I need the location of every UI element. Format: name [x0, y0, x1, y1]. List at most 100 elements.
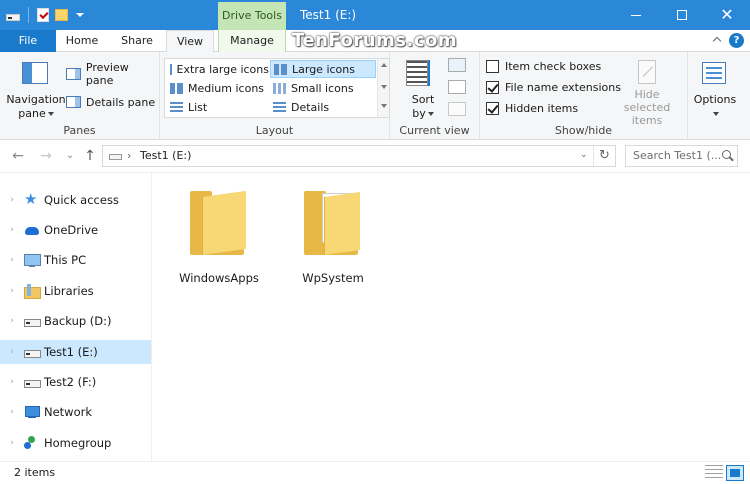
expand-icon[interactable]: › — [0, 347, 24, 357]
address-row: ← → ⌄ ↑ › Test1 (E:) ⌄ ↻ Search Test1 (.… — [0, 140, 750, 173]
expand-icon[interactable]: › — [0, 407, 24, 417]
item-check-boxes-checkbox[interactable] — [486, 59, 499, 73]
search-box[interactable]: Search Test1 (... — [625, 145, 738, 167]
layout-large-icons[interactable]: Large icons — [270, 60, 376, 78]
hidden-items-checkbox[interactable] — [486, 101, 499, 115]
details-view-button[interactable] — [705, 465, 723, 481]
tab-home[interactable]: Home — [56, 30, 108, 52]
close-button[interactable]: ✕ — [704, 0, 750, 30]
preview-pane-label: Preview pane — [85, 61, 129, 87]
layout-details[interactable]: Details — [270, 98, 376, 116]
hide-selected-items-icon — [638, 60, 656, 84]
recent-locations-button[interactable]: ⌄ — [62, 148, 78, 164]
preview-pane-button[interactable]: Preview pane — [66, 61, 159, 87]
hidden-items-option[interactable]: Hidden items — [486, 100, 578, 116]
sort-by-icon[interactable] — [406, 60, 428, 86]
nav-item-backup-d[interactable]: › Backup (D:) — [0, 309, 151, 333]
layout-list[interactable]: List — [167, 98, 269, 116]
address-history-dropdown-icon[interactable]: ⌄ — [580, 150, 588, 160]
ribbon-tabs: File Home Share View Manage TenForums.co… — [0, 30, 750, 53]
size-columns-icon[interactable] — [448, 102, 466, 116]
nav-item-this-pc[interactable]: › This PC — [0, 248, 151, 272]
scroll-up-icon[interactable] — [381, 63, 387, 67]
expand-icon[interactable]: › — [0, 255, 24, 265]
tab-share[interactable]: Share — [108, 30, 166, 52]
expand-icon[interactable]: › — [0, 225, 24, 235]
navigation-pane-button[interactable]: Navigation pane — [6, 93, 66, 121]
up-button[interactable]: ↑ — [82, 148, 98, 164]
back-button[interactable]: ← — [10, 148, 26, 164]
nav-item-label: Quick access — [44, 193, 119, 207]
customize-toolbar-dropdown-icon[interactable] — [76, 13, 84, 17]
nav-item-network[interactable]: › Network — [0, 400, 151, 424]
scroll-down-icon[interactable] — [381, 85, 387, 89]
expand-icon[interactable]: › — [0, 377, 24, 387]
sort-by-button[interactable]: Sort by — [400, 93, 446, 121]
panes-group-label: Panes — [63, 124, 96, 137]
folder-item[interactable]: WpSystem — [283, 183, 383, 293]
nav-item-onedrive[interactable]: › OneDrive — [0, 218, 151, 242]
help-button[interactable]: ? — [729, 33, 744, 48]
preview-pane-icon — [66, 68, 81, 80]
new-folder-icon[interactable] — [55, 9, 68, 21]
address-bar[interactable]: › Test1 (E:) ⌄ ↻ — [102, 145, 616, 167]
collapse-ribbon-icon[interactable] — [712, 34, 724, 46]
nav-item-libraries[interactable]: › Libraries — [0, 279, 151, 303]
navigation-pane-icon[interactable] — [22, 62, 48, 84]
current-view-group-label: Current view — [399, 124, 470, 137]
nav-item-test1-e[interactable]: › Test1 (E:) — [0, 340, 151, 364]
breadcrumb-chevron-icon[interactable]: › — [127, 149, 131, 162]
layout-item-label: List — [188, 100, 208, 114]
expand-icon[interactable]: › — [0, 195, 24, 205]
expand-icon[interactable]: › — [0, 286, 24, 296]
nav-item-test2-f[interactable]: › Test2 (F:) — [0, 370, 151, 394]
nav-item-quick-access[interactable]: › Quick access — [0, 188, 151, 212]
layout-small-icons[interactable]: Small icons — [270, 79, 376, 97]
toolbar-divider — [28, 7, 29, 23]
network-icon — [24, 405, 40, 419]
refresh-button[interactable]: ↻ — [593, 146, 615, 166]
maximize-button[interactable] — [659, 0, 705, 30]
minimize-icon — [631, 14, 641, 16]
details-pane-button[interactable]: Details pane — [66, 94, 155, 110]
layout-extra-large-icons[interactable]: Extra large icons — [167, 60, 269, 78]
sort-by-label-line2: by — [412, 107, 426, 120]
drive-icon — [24, 314, 41, 328]
sort-arrow-icon — [428, 60, 434, 86]
forward-button[interactable]: → — [38, 148, 54, 164]
nav-item-label: Backup (D:) — [44, 314, 112, 328]
properties-icon[interactable] — [37, 8, 49, 22]
group-by-icon[interactable] — [448, 58, 466, 72]
options-button[interactable]: Options — [688, 93, 742, 121]
nav-item-homegroup[interactable]: › Homegroup — [0, 431, 151, 455]
tab-manage[interactable]: Manage — [218, 30, 286, 52]
search-placeholder: Search Test1 (... — [633, 149, 722, 162]
options-icon[interactable] — [702, 62, 726, 84]
folder-item[interactable]: WindowsApps — [169, 183, 269, 293]
layout-gallery-scrollbar[interactable] — [377, 59, 389, 117]
minimize-button[interactable] — [613, 0, 659, 30]
file-name-extensions-option[interactable]: File name extensions — [486, 79, 621, 95]
file-name-extensions-checkbox[interactable] — [486, 80, 499, 94]
item-check-boxes-option[interactable]: Item check boxes — [486, 58, 601, 74]
small-icons-icon — [273, 82, 286, 94]
more-layouts-icon[interactable] — [381, 104, 387, 108]
add-columns-icon[interactable] — [448, 80, 466, 94]
expand-icon[interactable]: › — [0, 438, 24, 448]
breadcrumb-path[interactable]: Test1 (E:) — [140, 149, 191, 162]
libraries-icon — [24, 284, 41, 299]
hide-selected-items-button[interactable]: Hide selected items — [610, 60, 684, 127]
drive-icon — [24, 345, 41, 359]
tab-view[interactable]: View — [166, 30, 214, 53]
large-icons-view-button[interactable] — [726, 465, 744, 481]
folder-name: WpSystem — [302, 271, 364, 285]
navigation-pane-label-line2: pane — [18, 107, 46, 120]
title-bar: Drive Tools Test1 (E:) ✕ — [0, 0, 750, 30]
tab-file[interactable]: File — [0, 30, 56, 52]
expand-icon[interactable]: › — [0, 316, 24, 326]
file-list[interactable]: WindowsApps WpSystem — [153, 173, 750, 461]
folder-with-files-icon — [304, 189, 362, 259]
current-view-group: Sort by Current view — [390, 52, 480, 140]
layout-medium-icons[interactable]: Medium icons — [167, 79, 269, 97]
details-pane-label: Details pane — [86, 95, 156, 109]
